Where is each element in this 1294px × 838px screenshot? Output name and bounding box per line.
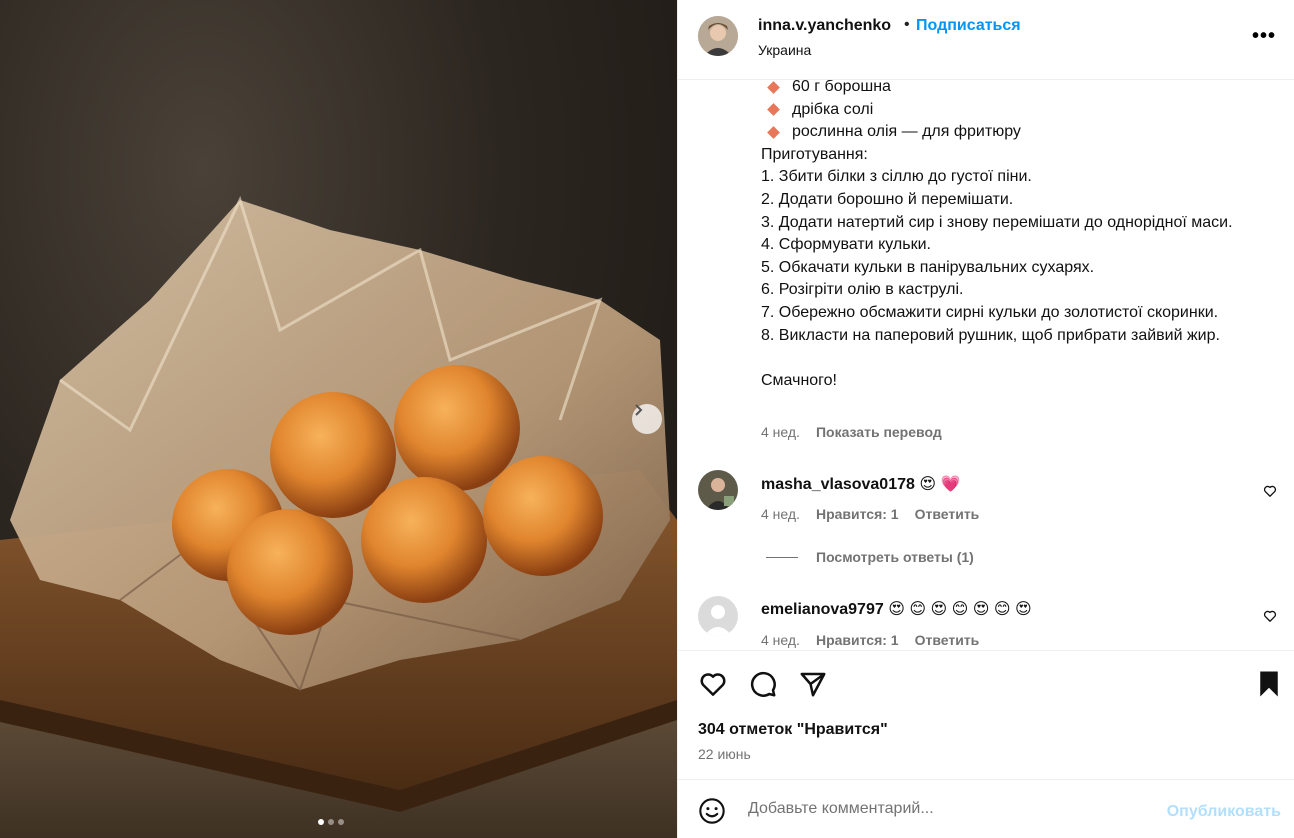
post-panel: inna.v.yanchenko • Подписаться Украина •…	[677, 0, 1294, 838]
cheese-balls-photo	[0, 195, 677, 838]
comment-text: 😍 😊 😍 😊 😍 😊 😍	[888, 601, 1032, 618]
like-comment-heart-icon[interactable]	[1263, 484, 1277, 498]
post-caption: 60 г борошна дрібка солі рослинна олія —…	[761, 80, 1281, 392]
carousel-dot	[328, 819, 334, 825]
separator-dot: •	[904, 16, 910, 33]
comment-username[interactable]: emelianova9797	[761, 601, 884, 618]
commenter-username: emelianova9797 😍 😊 😍 😊 😍 😊 😍	[761, 599, 1032, 619]
bullet-diamond-icon	[767, 126, 780, 139]
bullet-diamond-icon	[767, 103, 780, 117]
carousel-dot	[338, 819, 344, 825]
comment-likes[interactable]: Нравится: 1	[816, 506, 899, 522]
caption-meta: 4 нед. Показать перевод	[761, 424, 942, 440]
share-send-icon[interactable]	[798, 669, 828, 699]
comment-username[interactable]: masha_vlasova0178	[761, 476, 915, 493]
bullet-diamond-icon	[767, 80, 780, 94]
post-actions: 304 отметок "Нравится" 22 июнь	[678, 650, 1294, 780]
comment-bubble-icon[interactable]	[748, 669, 778, 699]
post-header: inna.v.yanchenko • Подписаться Украина •…	[678, 0, 1294, 80]
comment-meta: 4 нед. Нравится: 1 Ответить	[761, 506, 979, 522]
step-item: 5. Обкачати кульки в панірувальних сухар…	[761, 258, 1095, 276]
post-photo[interactable]	[0, 0, 677, 838]
avatar-image	[698, 470, 738, 510]
ingredient-item: дрібка солі	[761, 99, 1281, 122]
step-item: 8. Викласти на паперовий рушник, щоб при…	[761, 326, 1220, 344]
step-item: 7. Обережно обсмажити сирні кульки до зо…	[761, 303, 1219, 321]
step-item: 2. Додати борошно й перемішати.	[761, 190, 1014, 208]
author-avatar[interactable]	[698, 16, 738, 56]
caption-closing: Смачного!	[761, 371, 837, 389]
likes-count[interactable]: 304 отметок "Нравится"	[698, 721, 888, 739]
step-item: 4. Сформувати кульки.	[761, 236, 931, 254]
next-slide-button[interactable]	[632, 404, 662, 434]
comment-age: 4 нед.	[761, 506, 800, 522]
more-options-icon[interactable]: •••	[1252, 26, 1276, 46]
post-location[interactable]: Украина	[758, 42, 811, 58]
ingredient-item: 60 г борошна	[761, 80, 1281, 99]
commenter-avatar[interactable]	[698, 470, 738, 510]
commenter-username: masha_vlasova0178 😍 💗	[761, 474, 960, 494]
show-translation-button[interactable]: Показать перевод	[816, 424, 942, 440]
step-item: 6. Розігріти олію в каструлі.	[761, 281, 964, 299]
emoji-picker-icon[interactable]	[698, 797, 726, 825]
like-comment-heart-icon[interactable]	[1263, 609, 1277, 623]
step-item: 3. Додати натертий сир і знову перемішат…	[761, 213, 1233, 231]
comment-age: 4 нед.	[761, 632, 800, 648]
default-avatar-icon	[698, 596, 738, 636]
reply-button[interactable]: Ответить	[915, 506, 980, 522]
save-bookmark-icon[interactable]	[1254, 669, 1284, 699]
comment-input[interactable]	[748, 800, 1148, 818]
step-item: 1. Збити білки з сіллю до густої піни.	[761, 168, 1032, 186]
carousel-indicator	[318, 819, 344, 825]
chevron-right-icon	[635, 404, 643, 416]
comment-likes[interactable]: Нравится: 1	[816, 632, 899, 648]
replies-divider	[766, 556, 798, 558]
ingredient-item: рослинна олія — для фритюру	[761, 121, 1281, 144]
comment-meta: 4 нед. Нравится: 1 Ответить	[761, 632, 979, 648]
comments-scroll-area[interactable]: 60 г борошна дрібка солі рослинна олія —…	[678, 80, 1294, 650]
carousel-dot	[318, 819, 324, 825]
like-heart-icon[interactable]	[698, 669, 728, 699]
caption-age: 4 нед.	[761, 424, 800, 440]
follow-button[interactable]: Подписаться	[916, 17, 1021, 35]
author-username[interactable]: inna.v.yanchenko	[758, 17, 891, 35]
steps-title: Приготування:	[761, 145, 868, 163]
reply-button[interactable]: Ответить	[915, 632, 980, 648]
commenter-avatar[interactable]	[698, 596, 738, 636]
comment-text: 😍 💗	[919, 476, 961, 493]
view-replies-label: Посмотреть ответы (1)	[816, 549, 974, 565]
post-date: 22 июнь	[698, 746, 751, 762]
avatar-image	[698, 16, 738, 56]
add-comment-bar: Опубликовать	[678, 780, 1294, 838]
view-replies-button[interactable]: Посмотреть ответы (1)	[766, 549, 974, 565]
publish-button[interactable]: Опубликовать	[1167, 803, 1281, 821]
